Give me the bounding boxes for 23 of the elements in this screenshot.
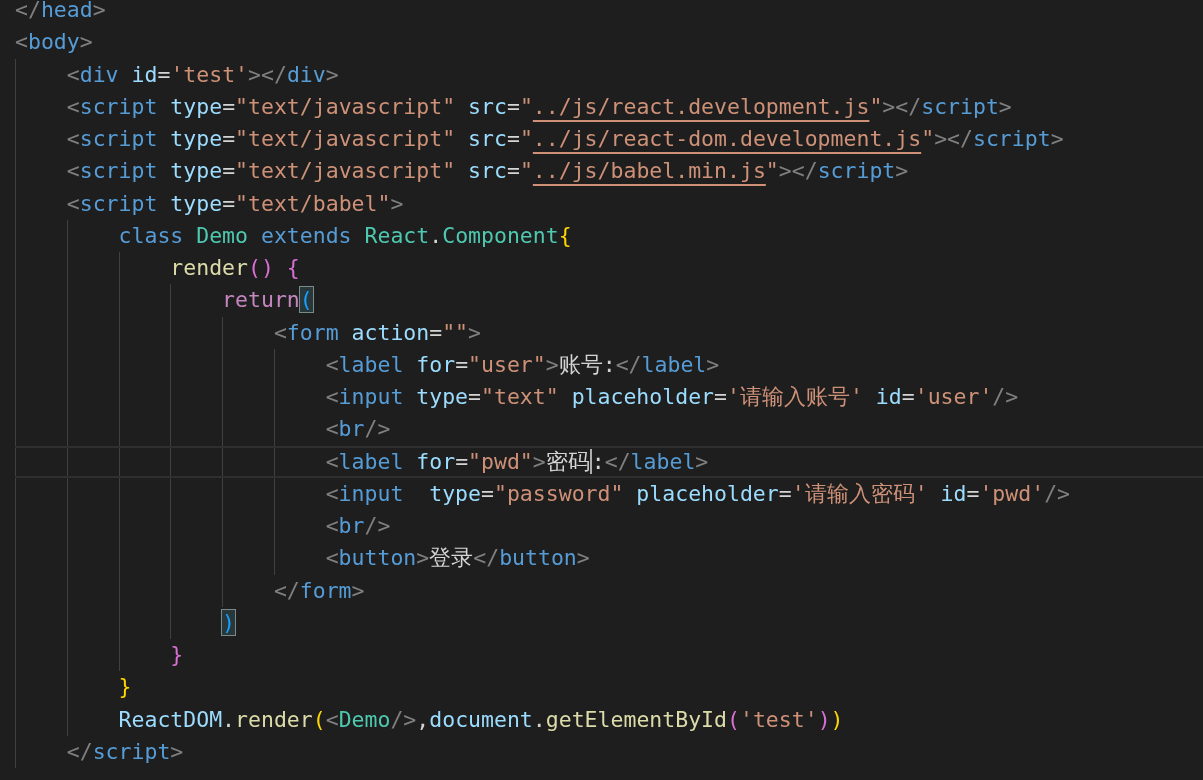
code-line: <label for="pwd">密码:</label> <box>324 447 709 476</box>
code-line: <label for="user">账号:</label> <box>324 350 720 379</box>
code-line: <script type="text/javascript" src="../js/babel.min.js"></script> <box>65 157 909 186</box>
code-line: } <box>169 641 184 670</box>
code-line: </form> <box>272 576 365 605</box>
code-line: } <box>117 673 132 702</box>
code-line: </script> <box>65 737 184 766</box>
code-line: <input type="text" placeholder='请输入账号' id='user'/> <box>324 383 1019 412</box>
code-line: <input type="password" placeholder='请输入密码' id='pwd'/> <box>324 479 1071 508</box>
code-line: <button>登录</button> <box>324 544 590 573</box>
code-line: ReactDOM.render(<Demo/>,document.getElementById('test')) <box>117 705 844 734</box>
code-line: <br/> <box>324 415 391 444</box>
code-line: <br/> <box>324 512 391 541</box>
code-line: <script type="text/javascript" src="../js/react.development.js"></script> <box>65 92 1012 121</box>
code-line: <form action=""> <box>272 318 481 347</box>
code-line: <script type="text/babel"> <box>65 189 404 218</box>
code-line: </head> <box>15 0 106 25</box>
code-line: <script type="text/javascript" src="../js/react-dom.development.js"></script> <box>65 125 1064 154</box>
code-line: return( <box>221 286 313 315</box>
code-line: <body> <box>15 28 93 57</box>
code-line: <div id='test'></div> <box>65 60 339 89</box>
code-line: render() { <box>169 254 300 283</box>
code-line: class Demo extends React.Component{ <box>117 221 572 250</box>
